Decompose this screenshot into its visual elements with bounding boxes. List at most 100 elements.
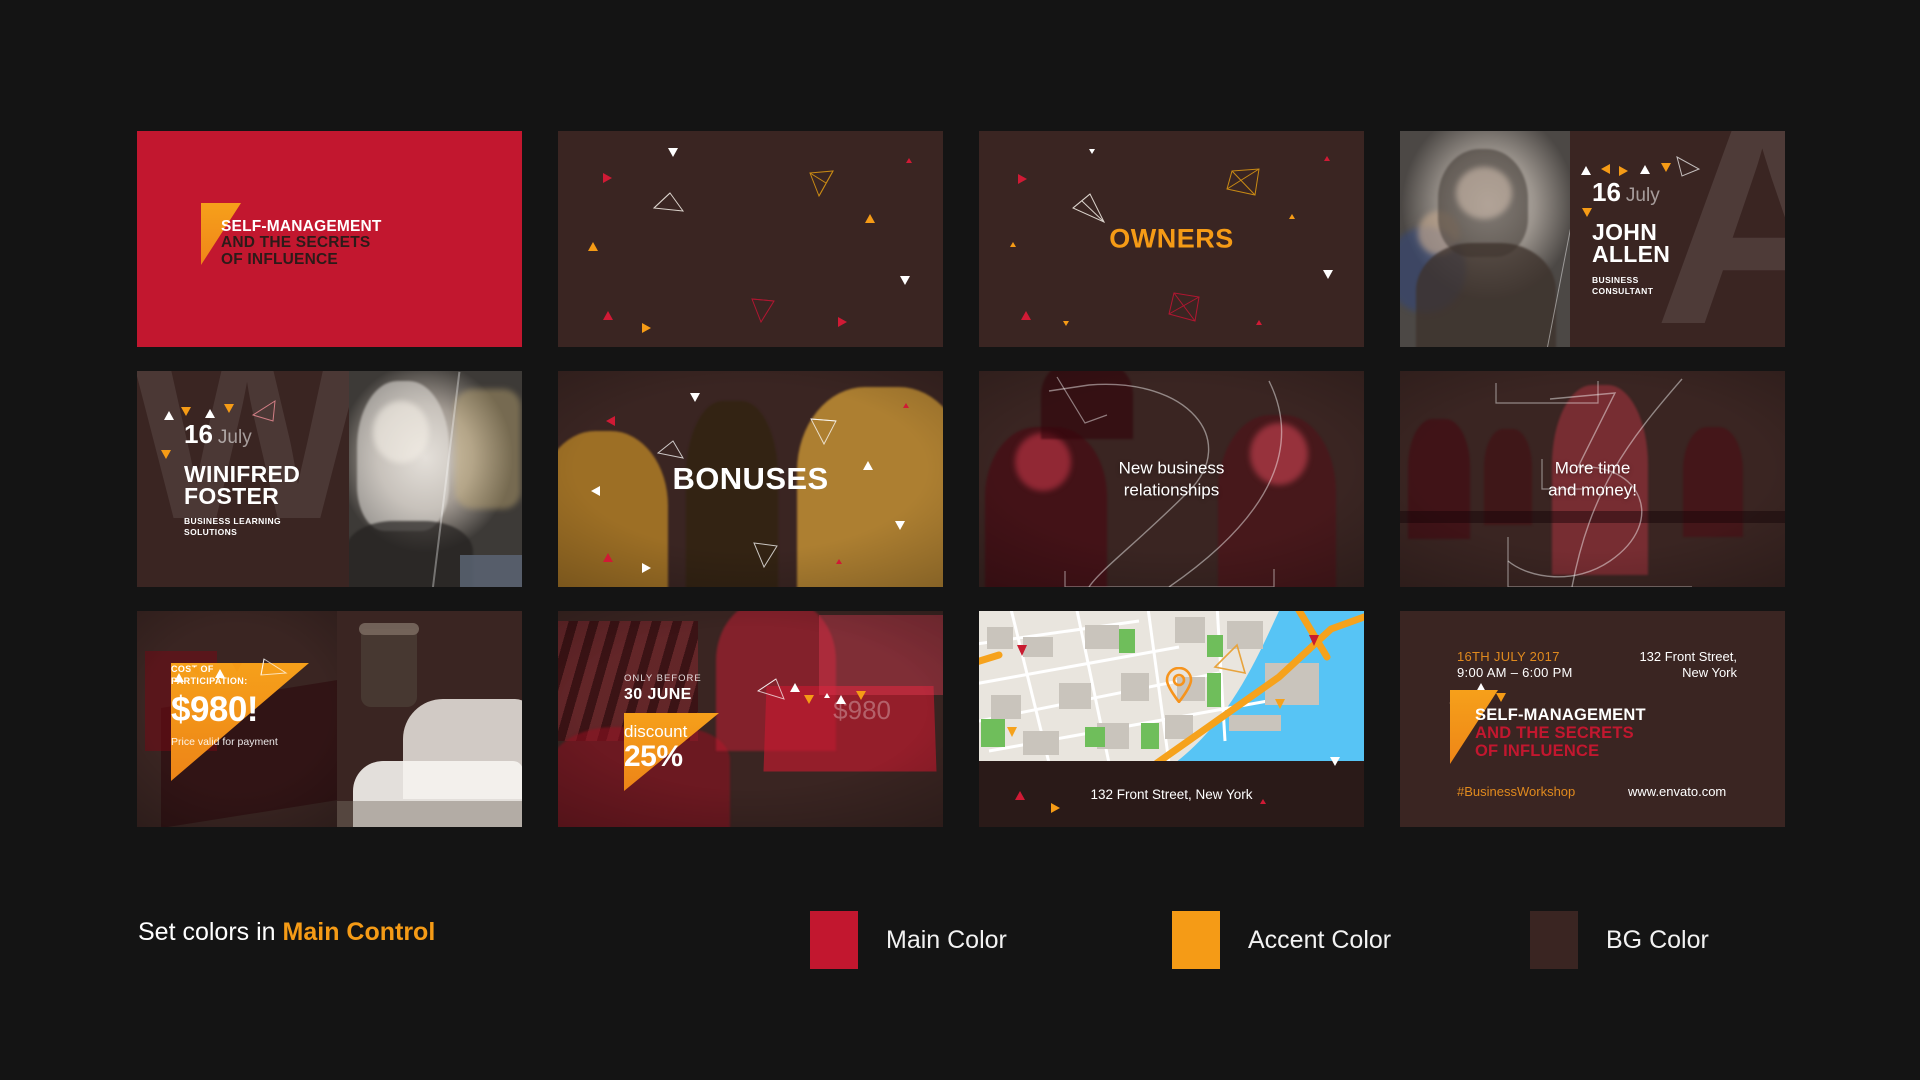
particle-triangle-icon	[1018, 174, 1027, 184]
legend-note: Set colors in Main Control	[138, 918, 435, 947]
wireframe-triangle-icon	[260, 658, 288, 681]
particle-triangle-icon	[1324, 156, 1330, 161]
map-pin-icon	[1165, 666, 1193, 705]
card-info-outro[interactable]: 16TH JULY 2017 9:00 AM – 6:00 PM 132 Fro…	[1400, 611, 1785, 827]
particle-triangle-icon	[824, 693, 830, 698]
info-title-line-3: OF INFLUENCE	[1475, 742, 1600, 761]
wireframe-polyhedron-icon	[1226, 168, 1261, 199]
info-hashtag[interactable]: #BusinessWorkshop	[1457, 784, 1575, 799]
info-title-line-1: SELF-MANAGEMENT	[1475, 706, 1646, 724]
particle-triangle-icon	[603, 553, 613, 562]
card-speaker-winifred-foster[interactable]: W 16 July WINIFRED FOSTER BUSINESS LEARNI…	[137, 371, 522, 587]
speaker-role-line-2: SOLUTIONS	[184, 527, 238, 537]
speaker-month: July	[1625, 185, 1660, 206]
particle-triangle-icon	[591, 486, 600, 496]
particle-triangle-icon	[1581, 166, 1591, 175]
card-particles-blank[interactable]	[558, 131, 943, 347]
particle-triangle-icon	[1289, 214, 1295, 219]
particle-triangle-icon	[895, 521, 905, 530]
particle-triangle-icon	[642, 563, 651, 573]
wireframe-triangle-icon	[656, 440, 684, 463]
price-badge: COST OF PARTICIPATION: $980! Price valid…	[171, 663, 336, 783]
speaker-last-name: ALLEN	[1592, 241, 1671, 267]
bonuses-headline: BONUSES	[672, 461, 829, 496]
discount-kicker: ONLY BEFORE	[624, 673, 702, 684]
speaker-photo	[1400, 131, 1570, 347]
price-kicker-line-2: PARTICIPATION:	[171, 676, 248, 687]
legend-note-strong: Main Control	[282, 918, 436, 946]
wireframe-triangle-icon	[810, 418, 837, 446]
speaker-monogram: A	[1654, 131, 1785, 347]
particle-triangle-icon	[190, 665, 199, 675]
benefit-caption: More time and money!	[1548, 458, 1637, 499]
particle-triangle-icon	[205, 409, 215, 418]
price-photo-right	[337, 611, 522, 827]
card-owners[interactable]: OWNERS	[979, 131, 1364, 347]
info-address: 132 Front Street, New York	[1639, 649, 1737, 681]
info-title-line-2: AND THE SECRETS	[1475, 724, 1634, 743]
card-price[interactable]: COST OF PARTICIPATION: $980! Price valid…	[137, 611, 522, 827]
particle-triangle-icon	[790, 683, 800, 692]
price-note: Price valid for payment	[171, 736, 278, 749]
speaker-day: 16	[1592, 177, 1621, 207]
particle-triangle-icon	[1063, 321, 1069, 326]
particle-triangle-icon	[588, 242, 598, 251]
discount-block: ONLY BEFORE 30 JUNE discount 25%	[624, 673, 719, 791]
benefit-caption: New business relationships	[1118, 458, 1225, 499]
map-image[interactable]	[979, 611, 1364, 761]
info-date: 16TH JULY 2017	[1457, 649, 1560, 664]
card-bonuses[interactable]: BONUSES	[558, 371, 943, 587]
particle-triangle-icon	[161, 450, 171, 459]
speaker-photo	[349, 371, 522, 587]
swatch-accent-label: Accent Color	[1248, 925, 1392, 954]
particle-triangle-icon	[174, 673, 184, 682]
map-address-bar: 132 Front Street, New York	[979, 757, 1364, 827]
discount-date: 30 JUNE	[624, 686, 692, 703]
owners-headline: OWNERS	[1109, 223, 1234, 254]
wireframe-polyhedron-icon	[1168, 292, 1201, 324]
legend-swatch-bg[interactable]: BG Color	[1530, 911, 1709, 969]
particle-triangle-icon	[690, 393, 700, 402]
speaker-role-line-1: BUSINESS LEARNING	[184, 516, 282, 526]
swatch-accent-color[interactable]	[1172, 911, 1220, 969]
particle-triangle-icon	[603, 173, 612, 183]
info-time: 9:00 AM – 6:00 PM	[1457, 665, 1573, 680]
particle-triangle-icon	[836, 559, 842, 564]
particle-triangle-icon	[1015, 791, 1025, 800]
swatch-bg-label: BG Color	[1606, 925, 1709, 954]
particle-triangle-icon	[903, 403, 909, 408]
wireframe-triangle-icon	[1676, 156, 1701, 177]
particle-triangle-icon	[1260, 799, 1266, 804]
speaker-info: A 16 July JOHN ALLEN BUSINESS CONSULTANT	[1570, 131, 1785, 347]
particle-triangle-icon	[215, 669, 225, 678]
title-block: SELF-MANAGEMENT AND THE SECRETS OF INFLU…	[201, 203, 382, 268]
speaker-role-line-1: BUSINESS	[1592, 275, 1639, 285]
card-speaker-john-allen[interactable]: A 16 July JOHN ALLEN BUSINESS CONSULTANT	[1400, 131, 1785, 347]
discount-percent: 25%	[624, 740, 683, 773]
wireframe-triangle-icon	[251, 400, 277, 423]
particle-triangle-icon	[836, 695, 846, 704]
particle-triangle-icon	[1051, 803, 1060, 813]
swatch-bg-color[interactable]	[1530, 911, 1578, 969]
legend-swatch-accent[interactable]: Accent Color	[1172, 911, 1391, 969]
card-benefit-time-money[interactable]: More time and money!	[1400, 371, 1785, 587]
particle-triangle-icon	[906, 158, 912, 163]
speaker-info: W 16 July WINIFRED FOSTER BUSINESS LEARNI…	[137, 371, 349, 587]
particle-triangle-icon	[164, 411, 174, 420]
info-url[interactable]: www.envato.com	[1628, 784, 1726, 799]
wireframe-triangle-icon	[753, 542, 779, 569]
particle-triangle-icon	[1010, 242, 1016, 247]
card-map[interactable]: 132 Front Street, New York	[979, 611, 1364, 827]
map-address: 132 Front Street, New York	[1090, 786, 1253, 802]
particle-triangle-icon	[181, 407, 191, 416]
particle-triangle-icon	[642, 323, 651, 333]
legend-swatch-main[interactable]: Main Color	[810, 911, 1007, 969]
card-discount[interactable]: $980 ONLY BEFORE 30 JUNE discount 25%	[558, 611, 943, 827]
particle-triangle-icon	[1021, 311, 1031, 320]
card-benefit-relationships[interactable]: New business relationships	[979, 371, 1364, 587]
swatch-main-color[interactable]	[810, 911, 858, 969]
legend-note-prefix: Set colors in	[138, 918, 283, 946]
particle-triangle-icon	[856, 691, 866, 700]
particle-triangle-icon	[1619, 166, 1628, 176]
card-title-slide[interactable]: SELF-MANAGEMENT AND THE SECRETS OF INFLU…	[137, 131, 522, 347]
